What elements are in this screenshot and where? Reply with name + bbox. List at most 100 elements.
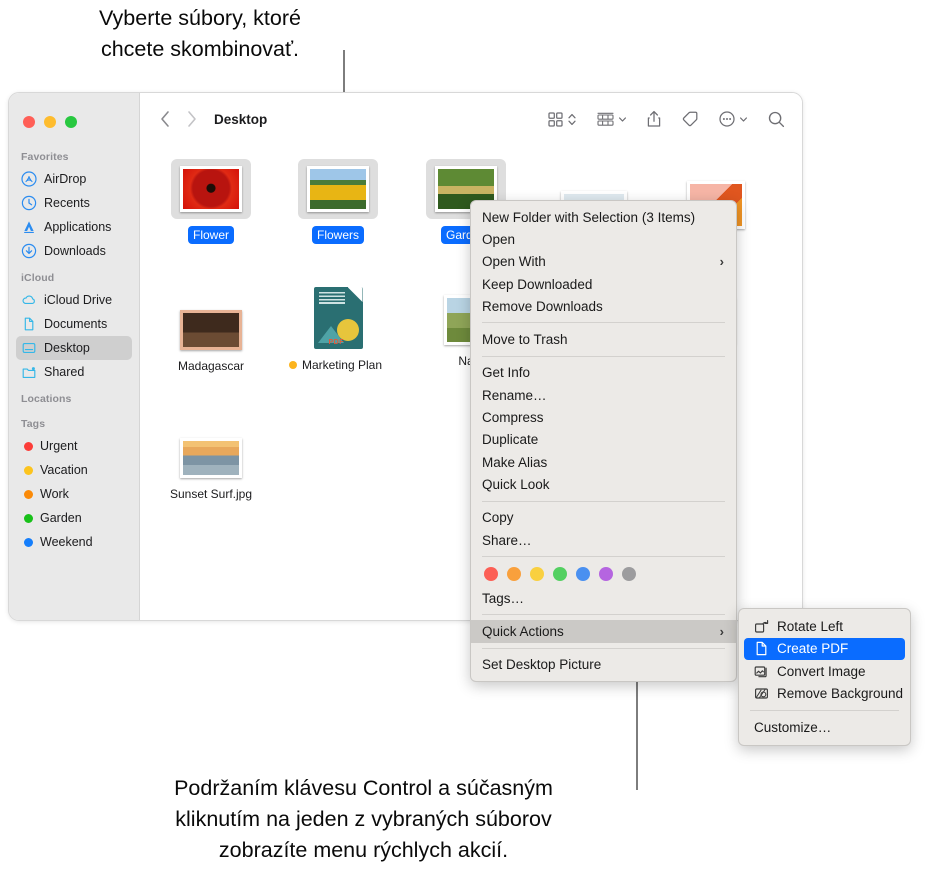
quick-actions-submenu[interactable]: Rotate Left Create PDF Convert Image Rem… — [738, 608, 911, 746]
tag-swatch-green[interactable] — [553, 567, 567, 582]
file-thumbnail — [155, 406, 267, 478]
menu-item-share[interactable]: Share… — [471, 529, 736, 551]
sidebar: Favorites AirDrop Recents Applications D… — [9, 93, 140, 620]
sidebar-item-label: Vacation — [40, 463, 88, 477]
menu-item-open-with[interactable]: Open With › — [471, 251, 736, 273]
toolbar: Desktop — [140, 93, 802, 145]
menu-item-quick-look[interactable]: Quick Look — [471, 473, 736, 495]
submenu-item-label: Rotate Left — [777, 618, 844, 634]
zoom-window-button[interactable] — [65, 116, 77, 128]
sidebar-tag-weekend[interactable]: Weekend — [16, 530, 132, 554]
more-actions-button[interactable] — [718, 110, 748, 128]
sidebar-item-shared[interactable]: Shared — [16, 360, 132, 384]
sidebar-item-label: Recents — [44, 196, 90, 210]
sidebar-tag-garden[interactable]: Garden — [16, 506, 132, 530]
minimize-window-button[interactable] — [44, 116, 56, 128]
back-icon — [160, 111, 169, 127]
group-by-icon — [597, 112, 614, 126]
sidebar-item-airdrop[interactable]: AirDrop — [16, 167, 132, 191]
sidebar-item-documents[interactable]: Documents — [16, 312, 132, 336]
tag-swatch-gray[interactable] — [622, 567, 636, 582]
menu-item-compress[interactable]: Compress — [471, 406, 736, 428]
menu-separator — [482, 355, 725, 357]
sidebar-item-label: Urgent — [40, 439, 78, 453]
file-item[interactable]: Flowers — [282, 147, 394, 244]
menu-item-duplicate[interactable]: Duplicate — [471, 429, 736, 451]
file-item[interactable]: Flower — [155, 147, 267, 244]
view-mode-control[interactable] — [547, 111, 577, 128]
search-button[interactable] — [767, 110, 786, 129]
photo-thumb-sunset-surf — [180, 438, 242, 478]
shared-folder-icon — [22, 367, 36, 378]
selection-highlight — [298, 159, 378, 219]
tag-color-dot — [24, 537, 33, 547]
chevron-right-icon: › — [719, 254, 724, 270]
menu-separator — [482, 500, 725, 502]
close-window-button[interactable] — [23, 116, 35, 128]
share-button[interactable] — [646, 110, 662, 128]
sidebar-tag-work[interactable]: Work — [16, 482, 132, 506]
sidebar-item-recents[interactable]: Recents — [16, 191, 132, 215]
menu-item-quick-actions[interactable]: Quick Actions › — [471, 620, 736, 643]
file-item[interactable]: PDF Marketing Plan — [282, 265, 394, 374]
tag-color-picker[interactable] — [471, 562, 736, 587]
menu-item-remove-downloads[interactable]: Remove Downloads — [471, 295, 736, 317]
sidebar-item-icloud-drive[interactable]: iCloud Drive — [16, 288, 132, 312]
sidebar-item-label: Applications — [44, 220, 112, 234]
menu-item-set-desktop-picture[interactable]: Set Desktop Picture — [471, 654, 736, 676]
submenu-item-create-pdf[interactable]: Create PDF — [744, 637, 905, 660]
submenu-item-customize[interactable]: Customize… — [744, 716, 905, 739]
submenu-item-convert-image[interactable]: Convert Image — [744, 660, 905, 683]
file-thumbnail — [282, 147, 394, 219]
menu-item-get-info[interactable]: Get Info — [471, 362, 736, 384]
rotate-left-icon — [755, 619, 769, 633]
tag-color-dot — [24, 489, 33, 499]
menu-item-label: Quick Actions — [482, 624, 564, 640]
menu-item-make-alias[interactable]: Make Alias — [471, 451, 736, 473]
pdf-page-icon — [756, 642, 767, 656]
sidebar-item-label: Shared — [44, 365, 85, 379]
share-icon — [647, 110, 661, 127]
traffic-light-controls[interactable] — [9, 102, 139, 142]
tag-button[interactable] — [681, 110, 699, 128]
sidebar-item-applications[interactable]: Applications — [16, 215, 132, 239]
menu-item-label: Open With — [482, 254, 546, 270]
back-button[interactable] — [152, 106, 178, 132]
group-by-button[interactable] — [596, 111, 627, 128]
tag-swatch-blue[interactable] — [576, 567, 590, 582]
submenu-item-remove-background[interactable]: Remove Background — [744, 683, 905, 706]
sidebar-section-locations: Locations — [21, 393, 72, 405]
tag-swatch-purple[interactable] — [599, 567, 613, 582]
file-label: Madagascar — [177, 359, 245, 373]
context-menu[interactable]: New Folder with Selection (3 Items) Open… — [470, 200, 737, 683]
file-item[interactable]: Madagascar — [155, 278, 267, 375]
callout-top-text: Vyberte súbory, ktoré chcete skombinovať… — [99, 6, 301, 61]
sidebar-tag-vacation[interactable]: Vacation — [16, 458, 132, 482]
sidebar-item-desktop[interactable]: Desktop — [16, 336, 132, 360]
sidebar-tag-urgent[interactable]: Urgent — [16, 434, 132, 458]
menu-item-rename[interactable]: Rename… — [471, 384, 736, 406]
submenu-item-label: Create PDF — [777, 641, 849, 657]
sidebar-item-label: Documents — [44, 317, 108, 331]
sidebar-section-favorites: Favorites — [21, 151, 69, 163]
file-item[interactable]: Sunset Surf.jpg — [155, 406, 267, 503]
tag-color-dot — [24, 513, 33, 523]
menu-item-keep-downloaded[interactable]: Keep Downloaded — [471, 273, 736, 295]
forward-button[interactable] — [178, 106, 204, 132]
file-tag-dot — [288, 360, 297, 369]
view-stepper-icon — [568, 113, 576, 125]
grid-view-icon — [548, 111, 563, 127]
menu-item-new-folder-with-selection[interactable]: New Folder with Selection (3 Items) — [471, 206, 736, 228]
tag-color-dot — [24, 441, 33, 451]
menu-item-open[interactable]: Open — [471, 228, 736, 250]
toolbar-actions — [547, 110, 786, 129]
tag-swatch-yellow[interactable] — [530, 567, 544, 582]
cloud-icon — [22, 295, 35, 304]
submenu-item-rotate-left[interactable]: Rotate Left — [744, 615, 905, 638]
menu-item-copy[interactable]: Copy — [471, 507, 736, 529]
menu-item-move-to-trash[interactable]: Move to Trash — [471, 328, 736, 350]
sidebar-item-downloads[interactable]: Downloads — [16, 239, 132, 263]
menu-item-tags[interactable]: Tags… — [471, 587, 736, 609]
tag-swatch-orange[interactable] — [507, 567, 521, 582]
tag-swatch-red[interactable] — [484, 567, 498, 582]
